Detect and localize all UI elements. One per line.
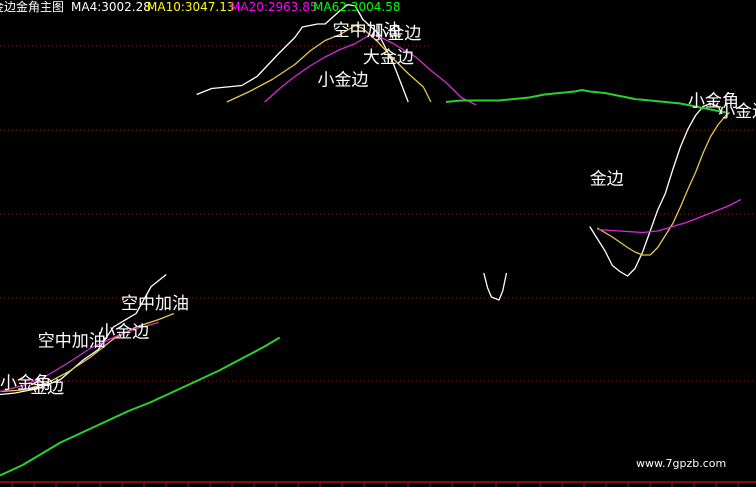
annotation-label: 小金边 <box>318 71 369 91</box>
watermark: www.7gpzb.com <box>636 457 726 470</box>
annotation-label: 空中加油 <box>121 294 189 314</box>
annotation-label: 小金边 <box>98 323 149 343</box>
annotation-label: 大金边 <box>363 48 414 68</box>
header-ma62-label: MA62:3004.58 <box>313 0 401 14</box>
header-ma4-label: MA4:3002.28 <box>71 0 151 14</box>
chart-canvas: 小金角金边空中加油小金边空中加油空中加油小金边大金边小金边金边小金角小金边 金边… <box>0 0 756 487</box>
chart-background <box>0 0 756 487</box>
annotation-label: 小金边 <box>718 102 756 122</box>
annotation-label: 空中加油 <box>38 332 106 352</box>
header-indicator-name: 金边金角主图 <box>0 0 64 14</box>
header-ma20-label: MA20:2963.85 <box>230 0 318 14</box>
annotation-label: 金边 <box>590 170 624 190</box>
annotation-label: 金边 <box>30 378 64 398</box>
annotation-label: 小金边 <box>370 24 421 44</box>
header-ma10-label: MA10:3047.13 <box>147 0 235 14</box>
